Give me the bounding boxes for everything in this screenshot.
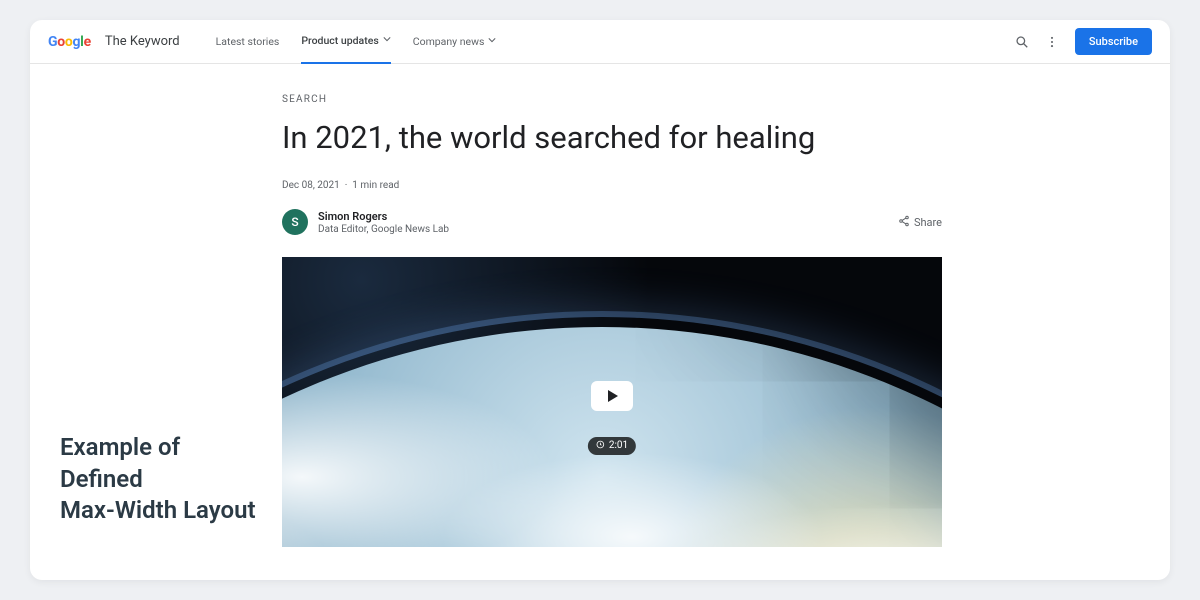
logo-letter: G [48, 34, 57, 50]
logo-letter: o [57, 34, 65, 50]
nav-company-news[interactable]: Company news [413, 20, 497, 64]
hero-video[interactable]: 2:01 [282, 257, 942, 547]
article-meta: Dec 08, 2021 · 1 min read [282, 180, 942, 191]
video-duration: 2:01 [609, 440, 628, 451]
logo-letter: g [72, 34, 80, 50]
article-title: In 2021, the world searched for healing [282, 119, 942, 156]
logo-letter: o [65, 34, 73, 50]
author-block: Simon Rogers Data Editor, Google News La… [318, 210, 449, 235]
author-name: Simon Rogers [318, 210, 449, 223]
video-duration-badge: 2:01 [588, 437, 636, 455]
site-header: G o o g l e The Keyword Latest stories P… [30, 20, 1170, 64]
nav-product-updates[interactable]: Product updates [301, 20, 390, 64]
article: SEARCH In 2021, the world searched for h… [282, 64, 942, 547]
article-read-time: 1 min read [352, 180, 399, 191]
share-icon [898, 215, 910, 230]
subscribe-button[interactable]: Subscribe [1075, 28, 1152, 55]
caption-line: Example of [60, 432, 256, 464]
article-date: Dec 08, 2021 [282, 180, 340, 191]
search-icon[interactable] [1013, 33, 1031, 51]
site-title[interactable]: The Keyword [105, 34, 180, 49]
byline: S Simon Rogers Data Editor, Google News … [282, 209, 942, 235]
example-caption: Example of Defined Max-Width Layout [60, 432, 256, 527]
author-role: Data Editor, Google News Lab [318, 224, 449, 235]
chevron-down-icon [488, 36, 496, 47]
caption-line: Max-Width Layout [60, 495, 256, 527]
primary-nav: Latest stories Product updates Company n… [216, 20, 497, 64]
share-label: Share [914, 216, 942, 229]
article-category[interactable]: SEARCH [282, 94, 942, 105]
nav-latest-stories[interactable]: Latest stories [216, 20, 280, 64]
chevron-down-icon [383, 35, 391, 46]
logo-letter: e [84, 34, 91, 50]
google-logo[interactable]: G o o g l e [48, 34, 91, 50]
nav-label: Company news [413, 35, 485, 48]
more-icon[interactable] [1043, 33, 1061, 51]
share-button[interactable]: Share [898, 215, 942, 230]
author-avatar[interactable]: S [282, 209, 308, 235]
caption-line: Defined [60, 464, 256, 496]
clock-icon [596, 440, 605, 452]
nav-label: Latest stories [216, 35, 280, 48]
nav-label: Product updates [301, 34, 378, 47]
play-button[interactable] [591, 381, 633, 411]
